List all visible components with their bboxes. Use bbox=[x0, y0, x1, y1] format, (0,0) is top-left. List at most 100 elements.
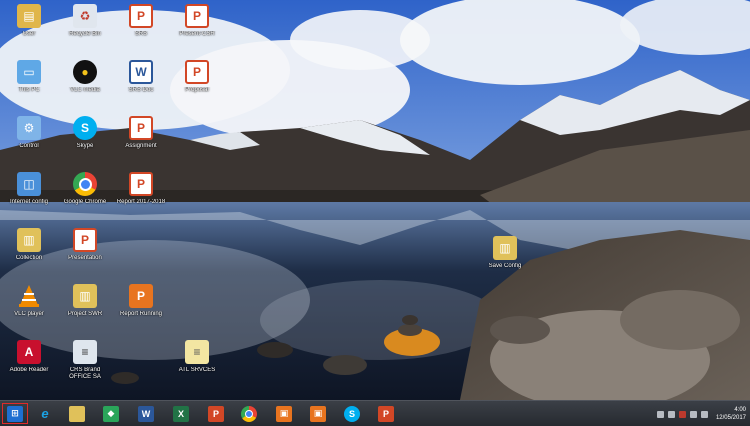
desktop-icon-skype[interactable]: S Skype bbox=[58, 112, 112, 168]
taskbar-powerpoint[interactable]: P bbox=[203, 403, 229, 424]
desktop-icon-recycle-bin[interactable]: ♻ Recycle Bin bbox=[58, 0, 112, 56]
powerpoint-icon: P bbox=[73, 228, 97, 252]
powerpoint-orange-icon: P bbox=[129, 284, 153, 308]
desktop-icon-present-csr[interactable]: P Present-CSR bbox=[170, 0, 224, 56]
taskbar-word[interactable]: W bbox=[133, 403, 159, 424]
desktop-icon-control[interactable]: ⚙ Control bbox=[2, 112, 56, 168]
network-icon[interactable] bbox=[689, 410, 697, 418]
desktop-empty-slot bbox=[170, 168, 224, 224]
orange-app-icon: ▣ bbox=[310, 405, 326, 422]
desktop-icon-report-running[interactable]: P Report Running bbox=[114, 280, 168, 336]
desktop-icon-srs[interactable]: P SRS bbox=[114, 0, 168, 56]
desktop-icon-label: ATL SRVCES bbox=[178, 367, 216, 373]
desktop-icon-assignment[interactable]: P Assignment bbox=[114, 112, 168, 168]
desktop: ▤ User ♻ Recycle Bin P SRS P Present-CSR… bbox=[0, 0, 750, 400]
network-icon: ◫ bbox=[17, 172, 41, 196]
desktop-empty-slot bbox=[170, 112, 224, 168]
desktop-icon-label: CRS Brand OFFICE SA bbox=[69, 367, 101, 380]
store-icon: ◆ bbox=[103, 405, 119, 422]
word-icon: W bbox=[129, 60, 153, 84]
desktop-icon-vlc-player[interactable]: VLC player bbox=[2, 280, 56, 336]
desktop-icon-label: VLC player bbox=[14, 311, 44, 317]
desktop-icon-label: Adobe Reader bbox=[9, 367, 49, 373]
taskbar-internet-explorer[interactable]: e bbox=[32, 403, 58, 424]
taskbar-powerpoint-2[interactable]: P bbox=[373, 403, 399, 424]
powerpoint-icon: P bbox=[129, 4, 153, 28]
powerpoint-icon: P bbox=[378, 405, 394, 422]
skype-icon: S bbox=[73, 116, 97, 140]
chrome-icon bbox=[241, 405, 257, 422]
chrome-icon bbox=[73, 172, 97, 196]
windows-icon: ⊞ bbox=[7, 405, 23, 422]
desktop-icon-adobe-reader[interactable]: A Adobe Reader bbox=[2, 336, 56, 392]
desktop-icon-crs-brand[interactable]: ≡ CRS Brand OFFICE SA bbox=[58, 336, 112, 392]
desktop-empty-slot bbox=[114, 224, 168, 280]
desktop-icon-label: Report 2017-2018 bbox=[116, 199, 166, 205]
this-pc-icon: ▭ bbox=[17, 60, 41, 84]
desktop-icon-srs-doc[interactable]: W SRS Doc bbox=[114, 56, 168, 112]
desktop-icon-collection[interactable]: ▥ Collection bbox=[2, 224, 56, 280]
desktop-icon-vlc-media[interactable]: ● VLC media bbox=[58, 56, 112, 112]
powerpoint-icon: P bbox=[129, 116, 153, 140]
taskbar-skype[interactable]: S bbox=[339, 403, 365, 424]
desktop-empty-slot bbox=[170, 280, 224, 336]
powerpoint-icon: P bbox=[185, 60, 209, 84]
taskbar: ⊞ e ◆ W X P ▣ ▣ S P 4:00 12/05/2017 bbox=[0, 400, 750, 426]
desktop-icon-label: VLC media bbox=[70, 87, 100, 93]
desktop-icon-user[interactable]: ▤ User bbox=[2, 0, 56, 56]
document-icon: ≡ bbox=[185, 340, 209, 364]
taskbar-app-orange-2[interactable]: ▣ bbox=[305, 403, 331, 424]
show-hidden-icons-icon[interactable] bbox=[656, 410, 664, 418]
taskbar-file-explorer[interactable] bbox=[64, 403, 90, 424]
desktop-icon-proposal[interactable]: P Proposal bbox=[170, 56, 224, 112]
clock-time: 4:00 bbox=[734, 407, 746, 413]
taskbar-app-orange-1[interactable]: ▣ bbox=[271, 403, 297, 424]
desktop-icon-save-config[interactable]: ▥ Save Config bbox=[475, 232, 535, 270]
flag-icon[interactable] bbox=[667, 410, 675, 418]
control-panel-icon: ⚙ bbox=[17, 116, 41, 140]
desktop-icon-label: Skype bbox=[76, 143, 94, 149]
taskbar-store[interactable]: ◆ bbox=[98, 403, 124, 424]
folder-icon: ▥ bbox=[17, 228, 41, 252]
desktop-icon-atl-srvces[interactable]: ≡ ATL SRVCES bbox=[170, 336, 224, 392]
desktop-icon-label: Present-CSR bbox=[179, 31, 215, 37]
desktop-icon-internet-config[interactable]: ◫ Internet config bbox=[2, 168, 56, 224]
desktop-icon-label: User bbox=[22, 31, 36, 37]
desktop-icon-label: Control bbox=[19, 143, 39, 149]
powerpoint-icon: P bbox=[208, 405, 224, 422]
desktop-icon-label: Assignment bbox=[125, 143, 157, 149]
orange-app-icon: ▣ bbox=[276, 405, 292, 422]
desktop-icon-label: Internet config bbox=[9, 199, 49, 205]
powerpoint-icon: P bbox=[129, 172, 153, 196]
desktop-icon-report[interactable]: P Report 2017-2018 bbox=[114, 168, 168, 224]
adobe-reader-icon: A bbox=[17, 340, 41, 364]
desktop-icon-this-pc[interactable]: ▭ This PC bbox=[2, 56, 56, 112]
clock[interactable]: 4:00 12/05/2017 bbox=[716, 406, 746, 422]
volume-icon[interactable] bbox=[700, 410, 708, 418]
desktop-icon-presentation[interactable]: P Presentation bbox=[58, 224, 112, 280]
desktop-empty-slot bbox=[170, 224, 224, 280]
user-folder-icon: ▤ bbox=[17, 4, 41, 28]
desktop-icon-label: Project SWR bbox=[67, 311, 103, 317]
ie-icon: e bbox=[41, 406, 49, 421]
desktop-icon-project-swr[interactable]: ▥ Project SWR bbox=[58, 280, 112, 336]
desktop-icon-label: Collection bbox=[15, 255, 43, 261]
system-tray: 4:00 12/05/2017 bbox=[656, 403, 746, 425]
desktop-icon-label: Report Running bbox=[119, 311, 163, 317]
taskbar-chrome[interactable] bbox=[236, 403, 262, 424]
start-button[interactable]: ⊞ bbox=[2, 403, 28, 424]
desktop-icon-google-chrome[interactable]: Google Chrome bbox=[58, 168, 112, 224]
powerpoint-icon: P bbox=[185, 4, 209, 28]
vlc-icon bbox=[17, 284, 41, 308]
desktop-icon-label: Proposal bbox=[185, 87, 209, 93]
security-icon[interactable] bbox=[678, 410, 686, 418]
desktop-icon-label: SRS bbox=[134, 31, 148, 37]
desktop-icon-label: SRS Doc bbox=[128, 87, 154, 93]
folder-icon: ▥ bbox=[73, 284, 97, 308]
desktop-icon-label: Save Config bbox=[488, 263, 522, 269]
document-icon: ≡ bbox=[73, 340, 97, 364]
word-icon: W bbox=[138, 405, 154, 422]
desktop-icon-label: Recycle Bin bbox=[69, 31, 101, 37]
desktop-empty-slot bbox=[114, 336, 168, 392]
taskbar-excel[interactable]: X bbox=[168, 403, 194, 424]
